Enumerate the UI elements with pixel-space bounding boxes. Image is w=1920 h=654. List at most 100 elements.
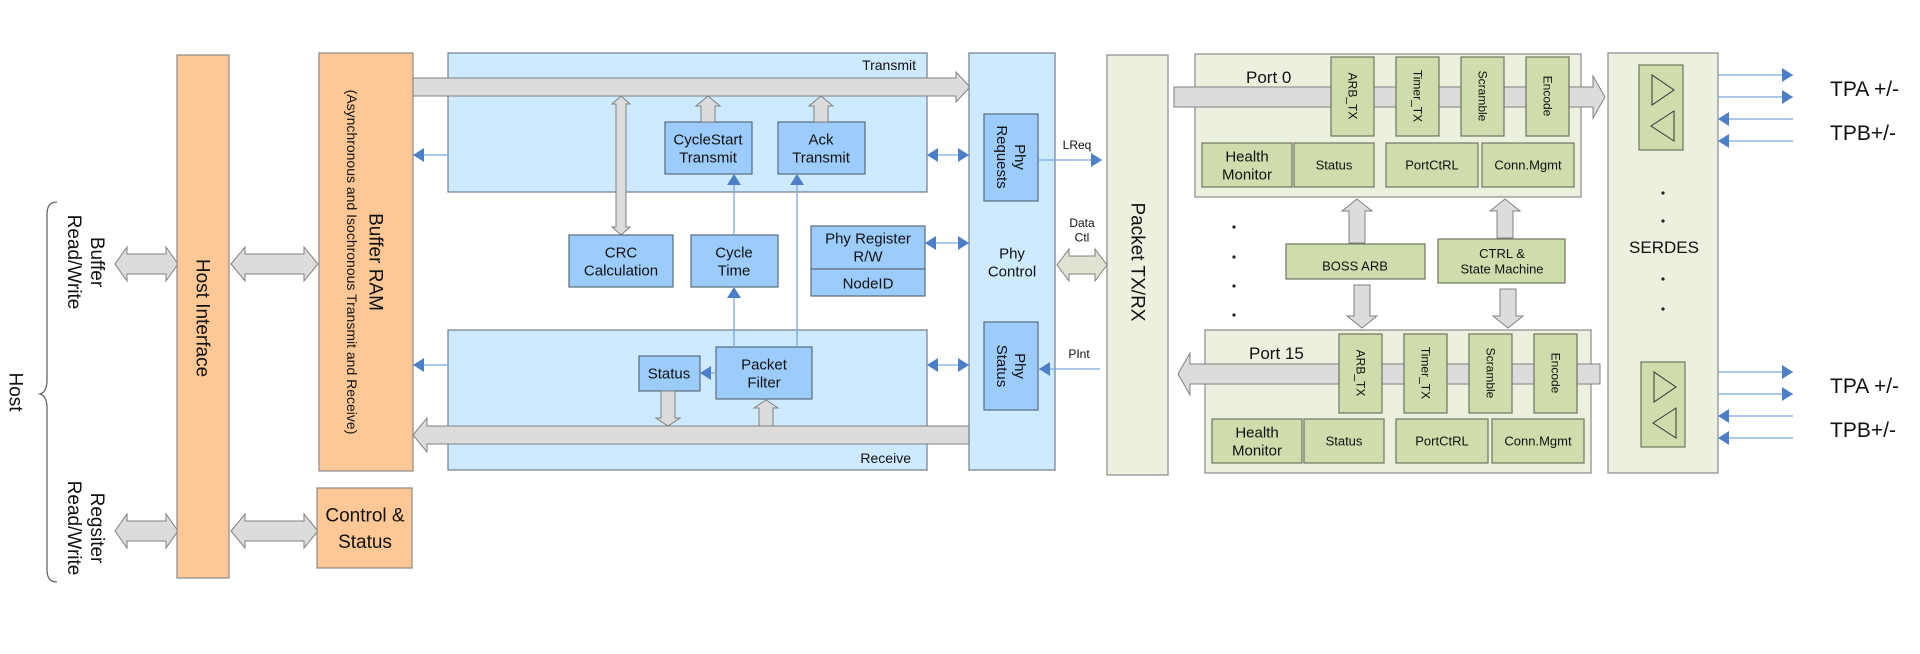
receive-phy-signal (927, 358, 969, 372)
tpb-minus-signal (1718, 431, 1793, 445)
port-0-stage-scramble: Scramble (1460, 56, 1505, 137)
crc-calculation: CRC Calculation (568, 234, 674, 288)
cycletime-to-cyclestart-signal (727, 174, 741, 235)
transceiver-box (1640, 361, 1686, 448)
port-0-stage-timer-tx: Timer_TX (1395, 56, 1440, 137)
control-status: Control & Status (316, 487, 413, 569)
ellipsis-dot (1661, 307, 1665, 311)
port-0-stage-arb-tx: ARB_TX (1330, 56, 1375, 137)
arrowhead (925, 236, 936, 250)
cycle-time-label: Cycle Time (715, 244, 753, 279)
ctrl-down-arrow (1491, 288, 1525, 329)
arrowhead (1718, 134, 1729, 148)
port-1-stage-encode: Encode (1533, 333, 1578, 414)
portctrl-label: PortCtRL (1405, 158, 1458, 173)
arrowhead (1718, 112, 1729, 126)
ellipsis-dot (1661, 277, 1665, 281)
tpa-plus-signal (1718, 365, 1793, 379)
port-1-stage-arb-tx: ARB_TX (1338, 333, 1383, 414)
port-0: Port 0 ARB_TX Timer_TX Scramble Encode Health… (1173, 53, 1606, 198)
port-0-status: Status (1293, 142, 1375, 188)
port-1-status: Status (1303, 418, 1385, 464)
buffer-ram: Buffer RAM(Asynchronous and Isochronous … (318, 52, 414, 472)
tpa-plus-signal (1718, 68, 1793, 82)
port-0-stage-encode: Encode (1525, 56, 1570, 137)
ctrl-up-arrow (1488, 198, 1522, 239)
port-1-portctrl: PortCtRL (1395, 418, 1489, 464)
phy-register: Phy Register R/WNodeID (810, 225, 926, 297)
conn-mgmt-label: Conn.Mgmt (1494, 158, 1562, 173)
host-control-arrow (230, 512, 319, 550)
port-ellipsis (1232, 225, 1236, 317)
transmit-group: Transmit CycleStart Transmit Ack Transmit (447, 52, 928, 193)
tpa-minus-signal (1718, 90, 1793, 104)
arrowhead (413, 358, 424, 372)
ctrl-state-machine: CTRL & State Machine (1437, 238, 1566, 284)
buffer-rw-label: BufferRead/Write (63, 215, 107, 310)
pipeline-stage-label: ARB_TX (1345, 73, 1359, 120)
data-ctl-arrow (1056, 247, 1108, 283)
boss-arb-label: BOSS ARB (1322, 259, 1388, 274)
health-monitor-label: Health Monitor (1222, 148, 1272, 183)
status-label: Status (1326, 434, 1363, 449)
rx-status-label: Status (648, 365, 691, 382)
filter-to-ack-signal (790, 174, 804, 347)
receive-label: Receive (860, 450, 911, 466)
data-ctl-label: Data Ctl (1069, 216, 1095, 244)
port-1-name: Port 15 (1249, 344, 1304, 363)
register-rw-arrow (114, 512, 179, 550)
buffer-ram-title: Buffer RAM (364, 213, 385, 311)
cyclestart-transmit-label: CycleStart Transmit (673, 131, 743, 166)
ellipsis-dot (1232, 255, 1236, 259)
pint-signal (1039, 362, 1100, 376)
arrowhead (958, 358, 969, 372)
tpb-label: TPB+/- (1830, 122, 1896, 145)
boss-arb: BOSS ARB (1285, 243, 1426, 280)
arrowhead (1782, 90, 1793, 104)
transmit-to-bufferram-signal (413, 148, 448, 162)
rx-status: Status (638, 355, 701, 392)
tpb-plus-signal (1718, 409, 1793, 423)
host-brace (37, 201, 58, 583)
port-1: Port 15 ARB_TX Timer_TX Scramble Encode Healt… (1177, 329, 1601, 474)
pipeline-stage-label: ARB_TX (1353, 350, 1367, 397)
register-rw-label: RegsiterRead/Write (63, 481, 107, 576)
host-interface-label: Host Interface (191, 259, 212, 377)
control-status-box (316, 487, 413, 569)
pint-label: PInt (1068, 347, 1090, 361)
arrowhead (927, 358, 938, 372)
conn-mgmt-label: Conn.Mgmt (1504, 434, 1572, 449)
ellipsis-dot (1661, 219, 1665, 223)
arrowhead (1782, 365, 1793, 379)
tpb-plus-signal (1718, 112, 1793, 126)
arrowhead (413, 148, 424, 162)
ellipsis-dot (1232, 225, 1236, 229)
port-0-conn-mgmt: Conn.Mgmt (1481, 142, 1575, 188)
boss-up-arrow (1340, 198, 1374, 244)
transceiver-0 (1638, 64, 1684, 151)
portctrl-label: PortCtRL (1415, 434, 1468, 449)
receive-box (447, 329, 928, 471)
packet-txrx: Packet TX/RX (1106, 54, 1169, 476)
host-group: Host BufferRead/Write RegsiterRead/Write (4, 201, 179, 583)
serdes-outputs-1: TPA +/- TPB+/- (1718, 365, 1899, 445)
arrowhead (1782, 387, 1793, 401)
ellipsis-dot (1661, 191, 1665, 195)
pipeline-stage-label: Encode (1548, 353, 1562, 394)
phy-control: Phy ControlPhyRequestsPhyStatus (968, 52, 1056, 471)
arrowhead (727, 287, 741, 298)
transceiver-box (1638, 64, 1684, 151)
cyclestart-transmit: CycleStart Transmit (664, 121, 753, 175)
arrowhead (1718, 409, 1729, 423)
serdes-label: SERDES (1629, 238, 1699, 257)
ack-transmit: Ack Transmit (777, 121, 866, 175)
block-diagram: HostBufferRead/WriteRegsiterRead/WriteHo… (4, 52, 1899, 583)
ellipsis-dot (1232, 284, 1236, 288)
transmit-phy-signal (927, 148, 969, 162)
buffer-rw-arrow (114, 245, 179, 283)
receive-group: Receive Status Packet Filter (447, 329, 928, 471)
packet-filter: Packet Filter (715, 346, 813, 400)
port-0-name: Port 0 (1246, 68, 1291, 87)
port-1-conn-mgmt: Conn.Mgmt (1491, 418, 1585, 464)
port-0-portctrl: PortCtRL (1385, 142, 1479, 188)
